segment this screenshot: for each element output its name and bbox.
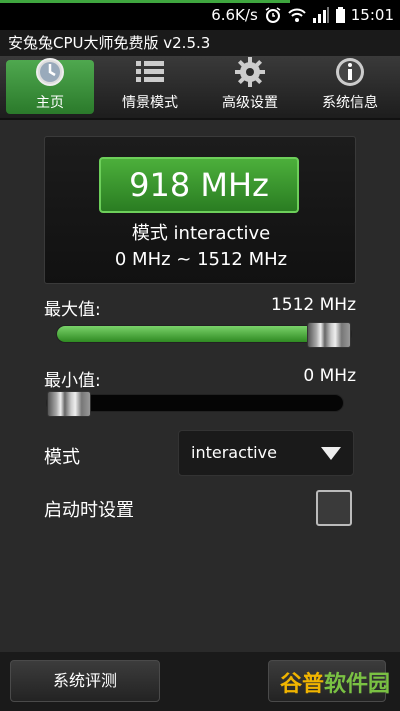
wifi-icon [288,7,306,23]
max-frequency-value: 1512 MHz [270,295,356,315]
clock-icon [34,56,66,88]
tab-system-info[interactable]: 系统信息 [300,56,400,118]
frequency-range: 0 MHz ~ 1512 MHz [114,249,288,270]
tab-bar: 主页 情景模式 高级设置 系统信息 [0,56,400,120]
dropdown-arrow-icon [321,447,341,460]
benchmark-button[interactable]: 系统评测 [10,660,160,702]
max-slider-thumb[interactable] [307,322,351,348]
watermark-logo: 谷普软件园 [279,672,390,697]
tab-home[interactable]: 主页 [6,58,94,114]
max-slider-fill [57,326,329,342]
cpu-status-panel: 918 MHz 模式 interactive 0 MHz ~ 1512 MHz [44,136,356,284]
alarm-icon [264,7,282,23]
gear-icon [234,56,266,88]
tab-label: 高级设置 [222,95,278,111]
tab-label: 情景模式 [122,95,178,111]
tab-scenarios[interactable]: 情景模式 [100,56,200,118]
clock-time: 15:01 [350,6,394,24]
tab-advanced[interactable]: 高级设置 [200,56,300,118]
network-speed: 6.6K/s [211,6,258,24]
app-title: 安兔兔CPU大师免费版 v2.5.3 [0,30,400,56]
min-slider-thumb[interactable] [47,391,91,417]
signal-icon [312,7,330,23]
tab-label: 系统信息 [322,95,378,111]
max-frequency-label: 最大值: [44,300,101,320]
tab-label: 主页 [36,95,64,111]
apply-on-boot-label: 启动时设置 [44,500,134,521]
status-icons: 6.6K/s 15:01 [211,6,394,24]
battery-icon [335,7,345,23]
status-bar: 6.6K/s 15:01 [0,0,400,30]
min-frequency-value: 0 MHz [303,366,356,386]
governor-selected-value: interactive [191,443,277,462]
current-mode: 模式 interactive [131,223,271,244]
min-frequency-row: 最小值: 0 MHz [44,366,356,391]
min-frequency-label: 最小值: [44,371,101,391]
info-icon [334,56,366,88]
list-icon [134,56,166,88]
max-frequency-slider[interactable] [56,322,352,348]
governor-label: 模式 [44,447,80,468]
max-frequency-row: 最大值: 1512 MHz [44,295,356,320]
governor-select[interactable]: interactive [178,430,354,476]
current-frequency: 918 MHz [99,157,299,213]
min-frequency-slider[interactable] [46,391,344,417]
download-progress [0,0,290,3]
apply-on-boot-checkbox[interactable] [316,490,352,526]
